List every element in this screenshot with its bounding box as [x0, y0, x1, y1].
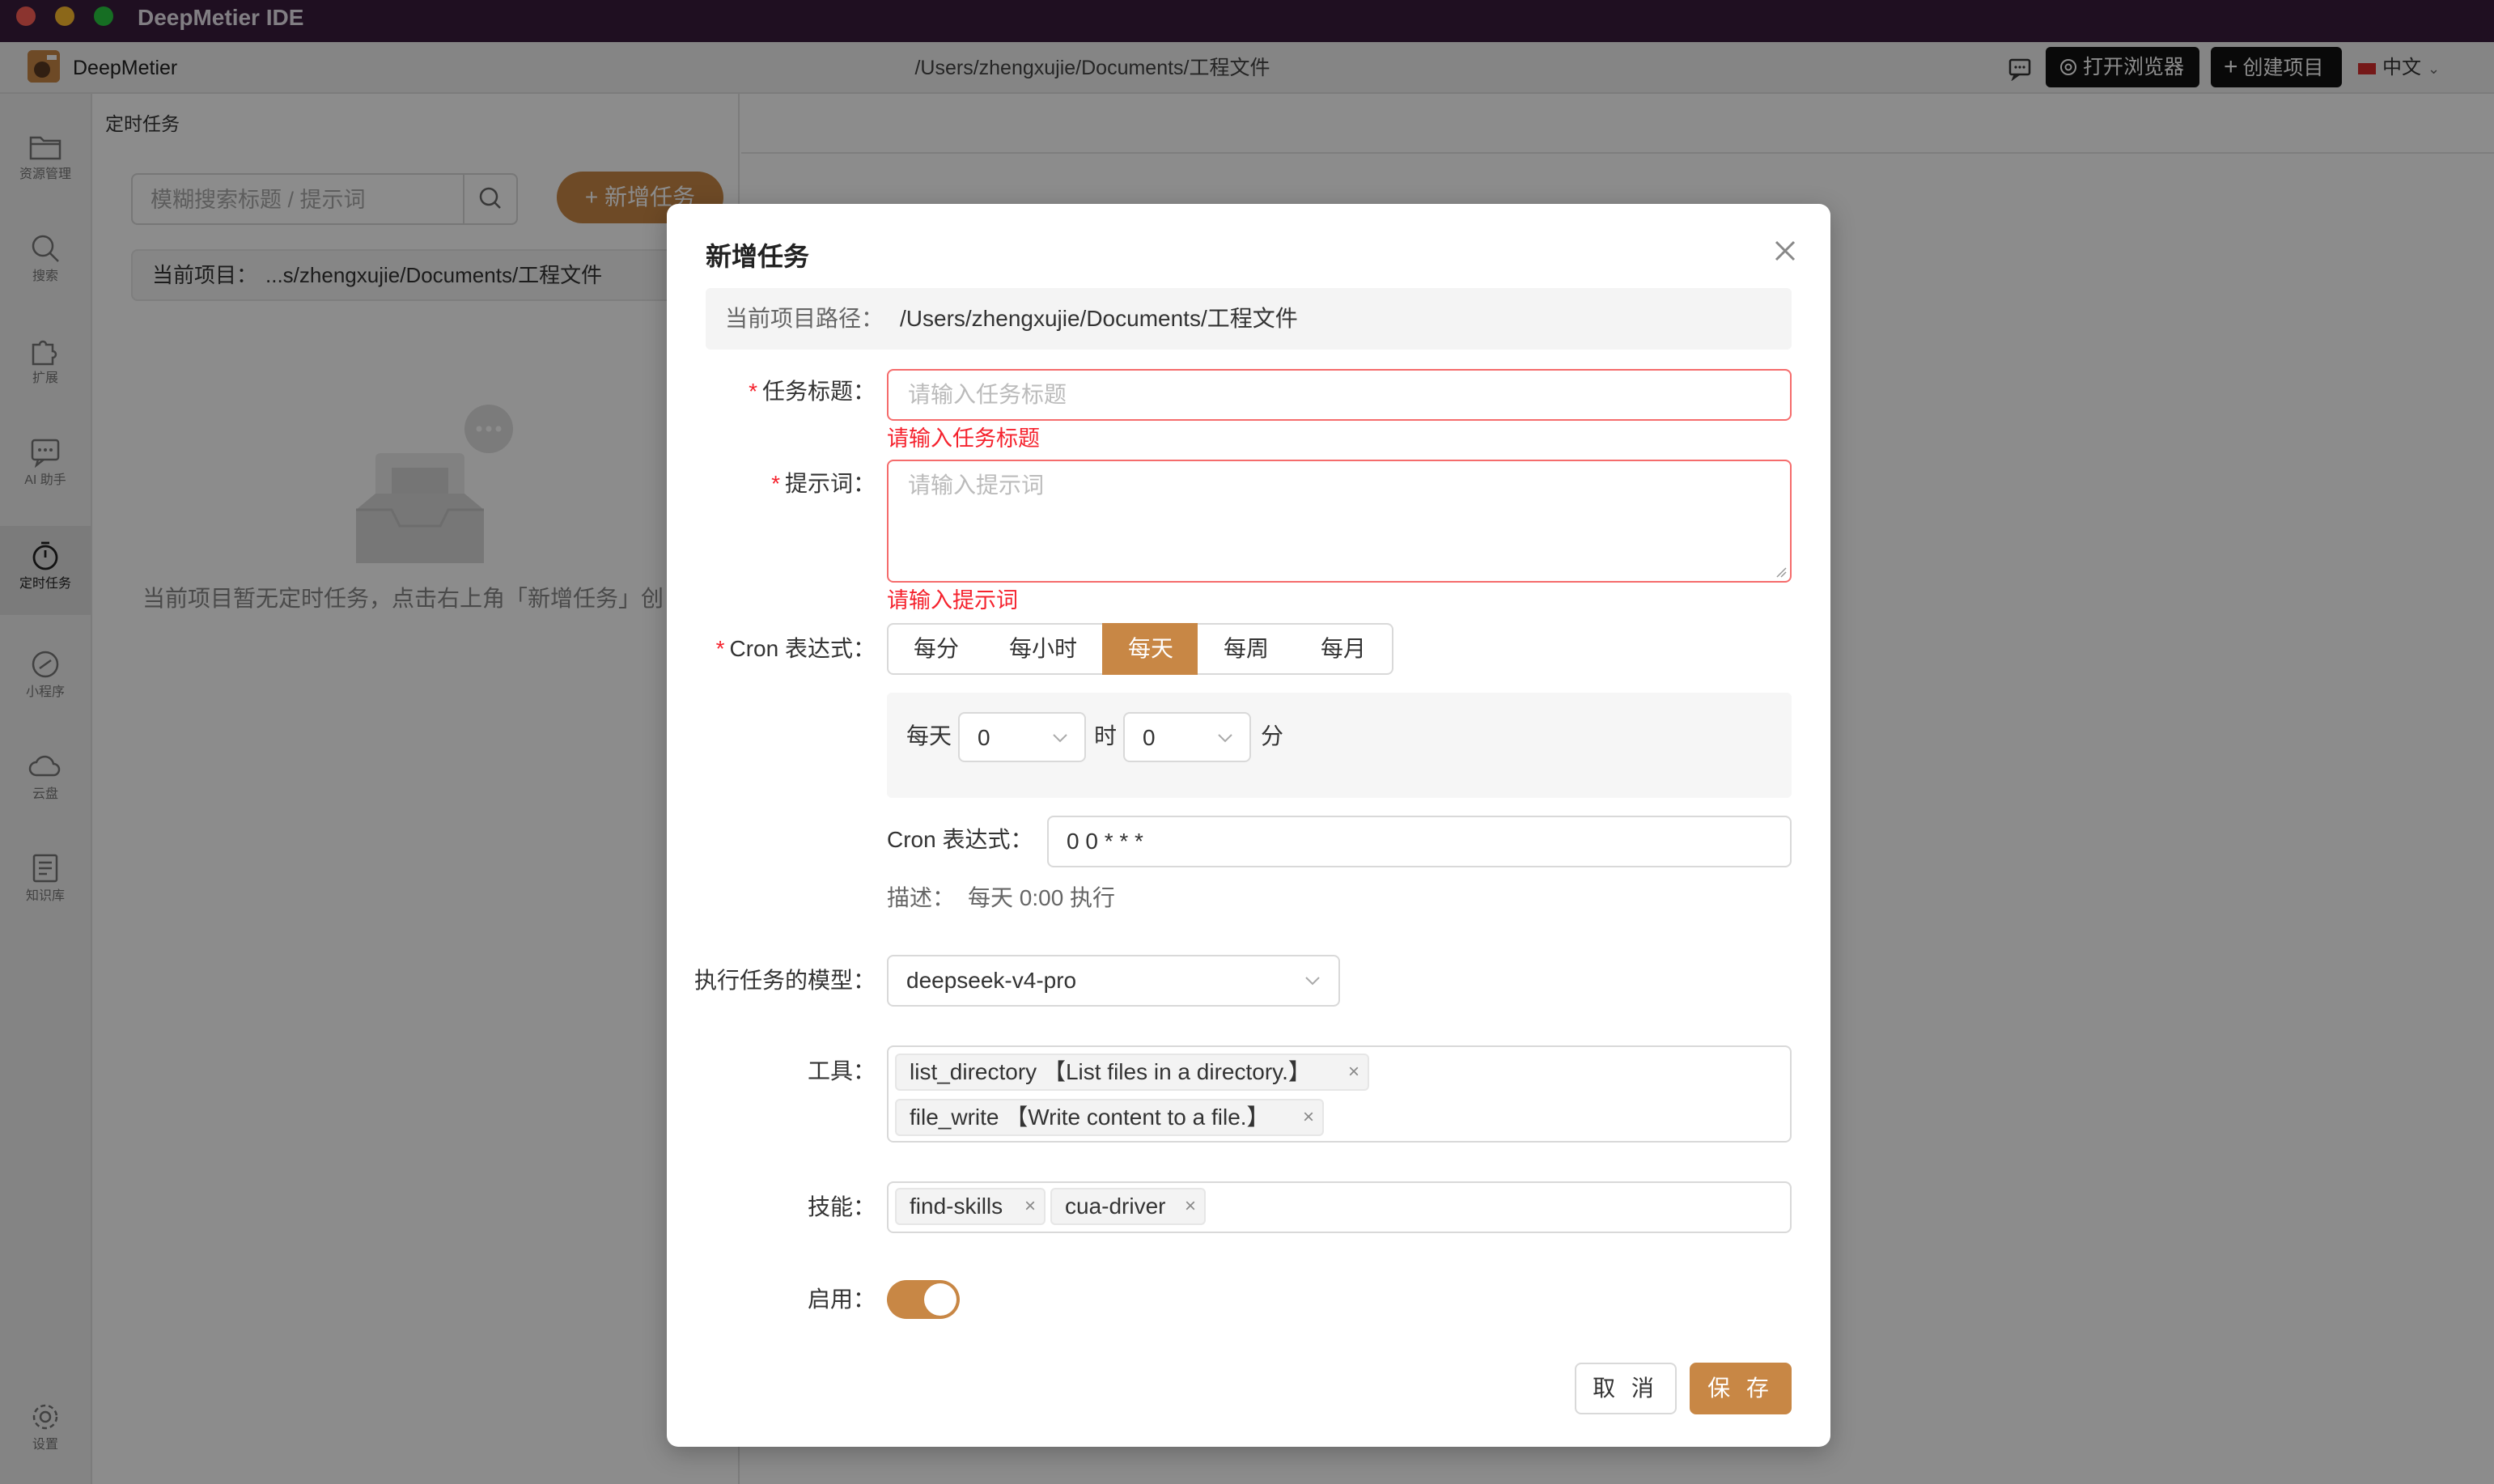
close-icon[interactable]: ×	[1303, 1100, 1314, 1134]
project-path-value: /Users/zhengxujie/Documents/工程文件	[900, 306, 1298, 331]
close-icon[interactable]: ×	[1185, 1189, 1196, 1223]
project-path-label: 当前项目路径：	[725, 306, 884, 331]
close-icon[interactable]: ×	[1348, 1055, 1359, 1089]
desc-label: 描述：	[887, 885, 956, 910]
task-title-error: 请输入任务标题	[887, 426, 1040, 451]
model-select[interactable]: deepseek-v4-pro	[887, 955, 1340, 1007]
tools-label: 工具：	[807, 1058, 876, 1083]
daily-prefix: 每天	[906, 723, 952, 748]
hour-value: 0	[978, 725, 990, 750]
resize-handle-icon[interactable]	[1775, 566, 1787, 578]
hour-select[interactable]: 0	[958, 712, 1086, 762]
enable-toggle[interactable]	[887, 1280, 960, 1319]
prompt-error: 请输入提示词	[887, 588, 1018, 613]
close-icon[interactable]	[1769, 235, 1801, 267]
close-icon[interactable]: ×	[1024, 1189, 1036, 1223]
model-label: 执行任务的模型：	[693, 968, 876, 993]
skills-label: 技能：	[807, 1194, 876, 1219]
skills-multiselect[interactable]: find-skills × cua-driver ×	[887, 1181, 1792, 1233]
chevron-down-icon	[1053, 734, 1067, 743]
chevron-down-icon	[1218, 734, 1232, 743]
cron-schedule-box: 每天 0 时 0 分	[887, 693, 1792, 798]
cron-option-week[interactable]: 每周	[1198, 623, 1296, 675]
cron-expr-input[interactable]: 0 0 * * *	[1047, 816, 1792, 867]
task-title-label: * 任务标题：	[749, 379, 876, 404]
cron-option-minute[interactable]: 每分	[887, 623, 986, 675]
cron-label: * Cron 表达式：	[715, 636, 876, 661]
prompt-placeholder: 请输入提示词	[908, 473, 1045, 498]
new-task-dialog: 新增任务 当前项目路径： /Users/zhengxujie/Documents…	[667, 204, 1830, 1447]
cron-expr-value: 0 0 * * *	[1067, 829, 1143, 854]
dialog-title: 新增任务	[706, 242, 810, 271]
project-path-bar: 当前项目路径： /Users/zhengxujie/Documents/工程文件	[706, 288, 1792, 350]
chevron-down-icon	[1305, 977, 1320, 986]
minute-select[interactable]: 0	[1123, 712, 1251, 762]
model-value: deepseek-v4-pro	[906, 968, 1077, 993]
cron-option-month[interactable]: 每月	[1295, 623, 1393, 675]
save-button[interactable]: 保 存	[1690, 1363, 1792, 1414]
minute-value: 0	[1143, 725, 1156, 750]
prompt-label: * 提示词：	[771, 471, 876, 496]
tools-multiselect[interactable]: list_directory 【List files in a director…	[887, 1045, 1792, 1143]
toggle-knob	[924, 1283, 956, 1316]
cron-expr-label: Cron 表达式：	[887, 827, 1033, 852]
skill-tag: find-skills ×	[895, 1188, 1046, 1225]
tool-tag: list_directory 【List files in a director…	[895, 1054, 1369, 1091]
tool-tag: file_write 【Write content to a file.】 ×	[895, 1099, 1324, 1136]
cron-option-day[interactable]: 每天	[1102, 623, 1199, 675]
task-title-placeholder: 请输入任务标题	[908, 382, 1067, 407]
cancel-button[interactable]: 取 消	[1575, 1363, 1677, 1414]
task-title-input[interactable]: 请输入任务标题	[887, 369, 1792, 421]
desc-value: 每天 0:00 执行	[968, 885, 1116, 910]
enable-label: 启用：	[807, 1287, 876, 1312]
skill-tag: cua-driver ×	[1050, 1188, 1206, 1225]
prompt-textarea[interactable]: 请输入提示词	[887, 460, 1792, 583]
hour-unit: 时	[1094, 723, 1118, 748]
cron-option-hour[interactable]: 每小时	[984, 623, 1104, 675]
minute-unit: 分	[1261, 723, 1284, 748]
